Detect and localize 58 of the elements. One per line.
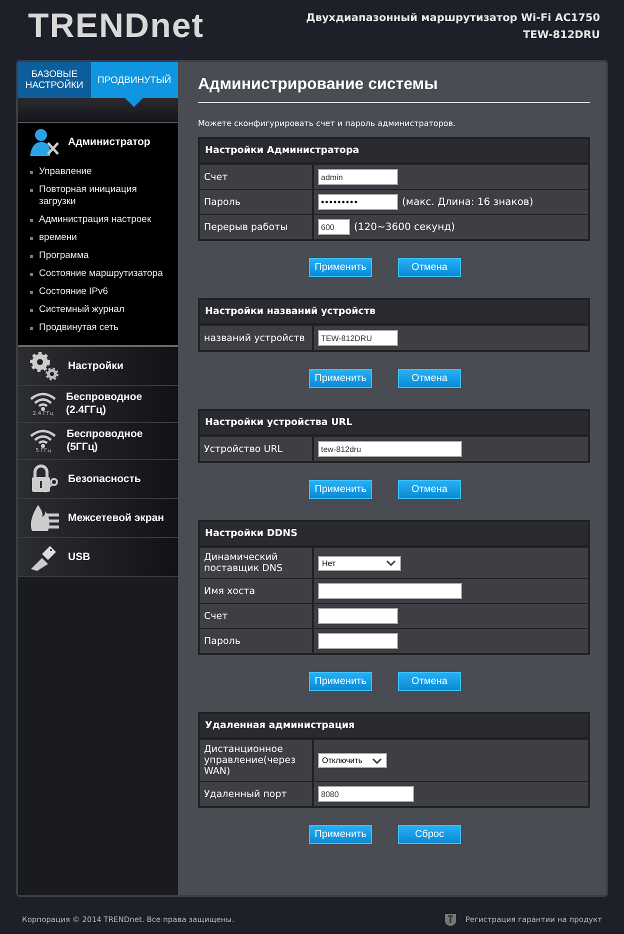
page-description: Можете сконфигурировать счет и пароль администраторов. xyxy=(198,119,457,128)
field-label: Счет xyxy=(200,604,314,628)
submenu-item[interactable]: Программа xyxy=(18,247,178,265)
chevron-down-icon xyxy=(372,758,382,764)
shield-icon xyxy=(445,912,456,926)
input-field[interactable]: TEW-812DRU xyxy=(318,330,398,346)
wifi-icon xyxy=(28,428,58,448)
admin-user-icon xyxy=(28,127,60,157)
page-title: Администрирование системы xyxy=(198,76,590,103)
field-hint: (макс. Длина: 16 знаков) xyxy=(402,196,534,208)
field-label: Имя хоста xyxy=(200,579,314,603)
field-label: Счет xyxy=(200,165,314,189)
chevron-down-icon xyxy=(386,560,396,566)
field-label: названий устройств xyxy=(200,326,314,350)
logo: TRENDnet xyxy=(28,8,204,44)
field-hint: (120~3600 секунд) xyxy=(354,222,455,232)
input-field[interactable]: 600 xyxy=(318,219,350,235)
dropdown-field[interactable]: Нет xyxy=(318,556,401,570)
field-label: Пароль xyxy=(200,190,314,214)
field-label: Дистанционное управление(через WAN) xyxy=(200,740,314,781)
section-title: Настройки DDNS xyxy=(200,522,588,547)
field-label: Удаленный порт xyxy=(200,782,314,806)
menu-category[interactable]: Администратор xyxy=(18,123,178,161)
submenu-item[interactable]: Управление xyxy=(18,163,178,181)
section-title: Удаленная администрация xyxy=(200,714,588,739)
dropdown-field[interactable]: Отключить xyxy=(318,753,387,768)
field-label: Пароль xyxy=(200,629,314,653)
gears-icon xyxy=(28,351,60,381)
submenu-item[interactable]: Системный журнал xyxy=(18,301,178,319)
menu-category[interactable]: USB xyxy=(18,538,178,577)
field-label: Перерыв работы xyxy=(200,215,314,239)
input-field[interactable]: 8080 xyxy=(318,786,414,802)
submenu-item[interactable]: Состояние IPv6 xyxy=(18,283,178,301)
product-name: Двухдиапазонный маршрутизатор Wi-Fi AC1750 xyxy=(306,11,600,26)
password-field[interactable]: ••••••••• xyxy=(318,194,398,210)
submenu-item[interactable]: Состояние маршрутизатора xyxy=(18,265,178,283)
submenu-item[interactable]: времени xyxy=(18,229,178,247)
firewall-icon xyxy=(28,503,60,533)
section-title: Настройки Администратора xyxy=(200,139,588,164)
section-title: Настройки устройства URL xyxy=(200,411,588,436)
submenu-item[interactable]: Администрация настроек xyxy=(18,211,178,229)
menu-category[interactable]: Межсетевой экран xyxy=(18,499,178,538)
menu-category[interactable]: Настройки xyxy=(18,347,178,386)
submenu-item[interactable]: Продвинутая сеть xyxy=(18,319,178,337)
input-field[interactable]: tew-812dru xyxy=(318,441,462,457)
input-field[interactable] xyxy=(318,583,462,599)
submenu-item[interactable]: Повторная инициация загрузки xyxy=(18,181,178,211)
input-field[interactable] xyxy=(318,608,398,624)
menu-category[interactable]: Безопасность xyxy=(18,460,178,499)
input-field[interactable] xyxy=(318,633,398,649)
model-number: TEW-812DRU xyxy=(522,28,600,43)
field-label: Устройство URL xyxy=(200,437,314,461)
section-title: Настройки названий устройств xyxy=(200,300,588,325)
pointer-icon xyxy=(125,98,144,107)
wifi-icon xyxy=(28,391,58,411)
mode-tab[interactable]: БАЗОВЫЕ НАСТРОЙКИ xyxy=(18,62,91,98)
field-label: Динамический поставщик DNS xyxy=(200,548,314,578)
input-field[interactable]: admin xyxy=(318,169,398,185)
